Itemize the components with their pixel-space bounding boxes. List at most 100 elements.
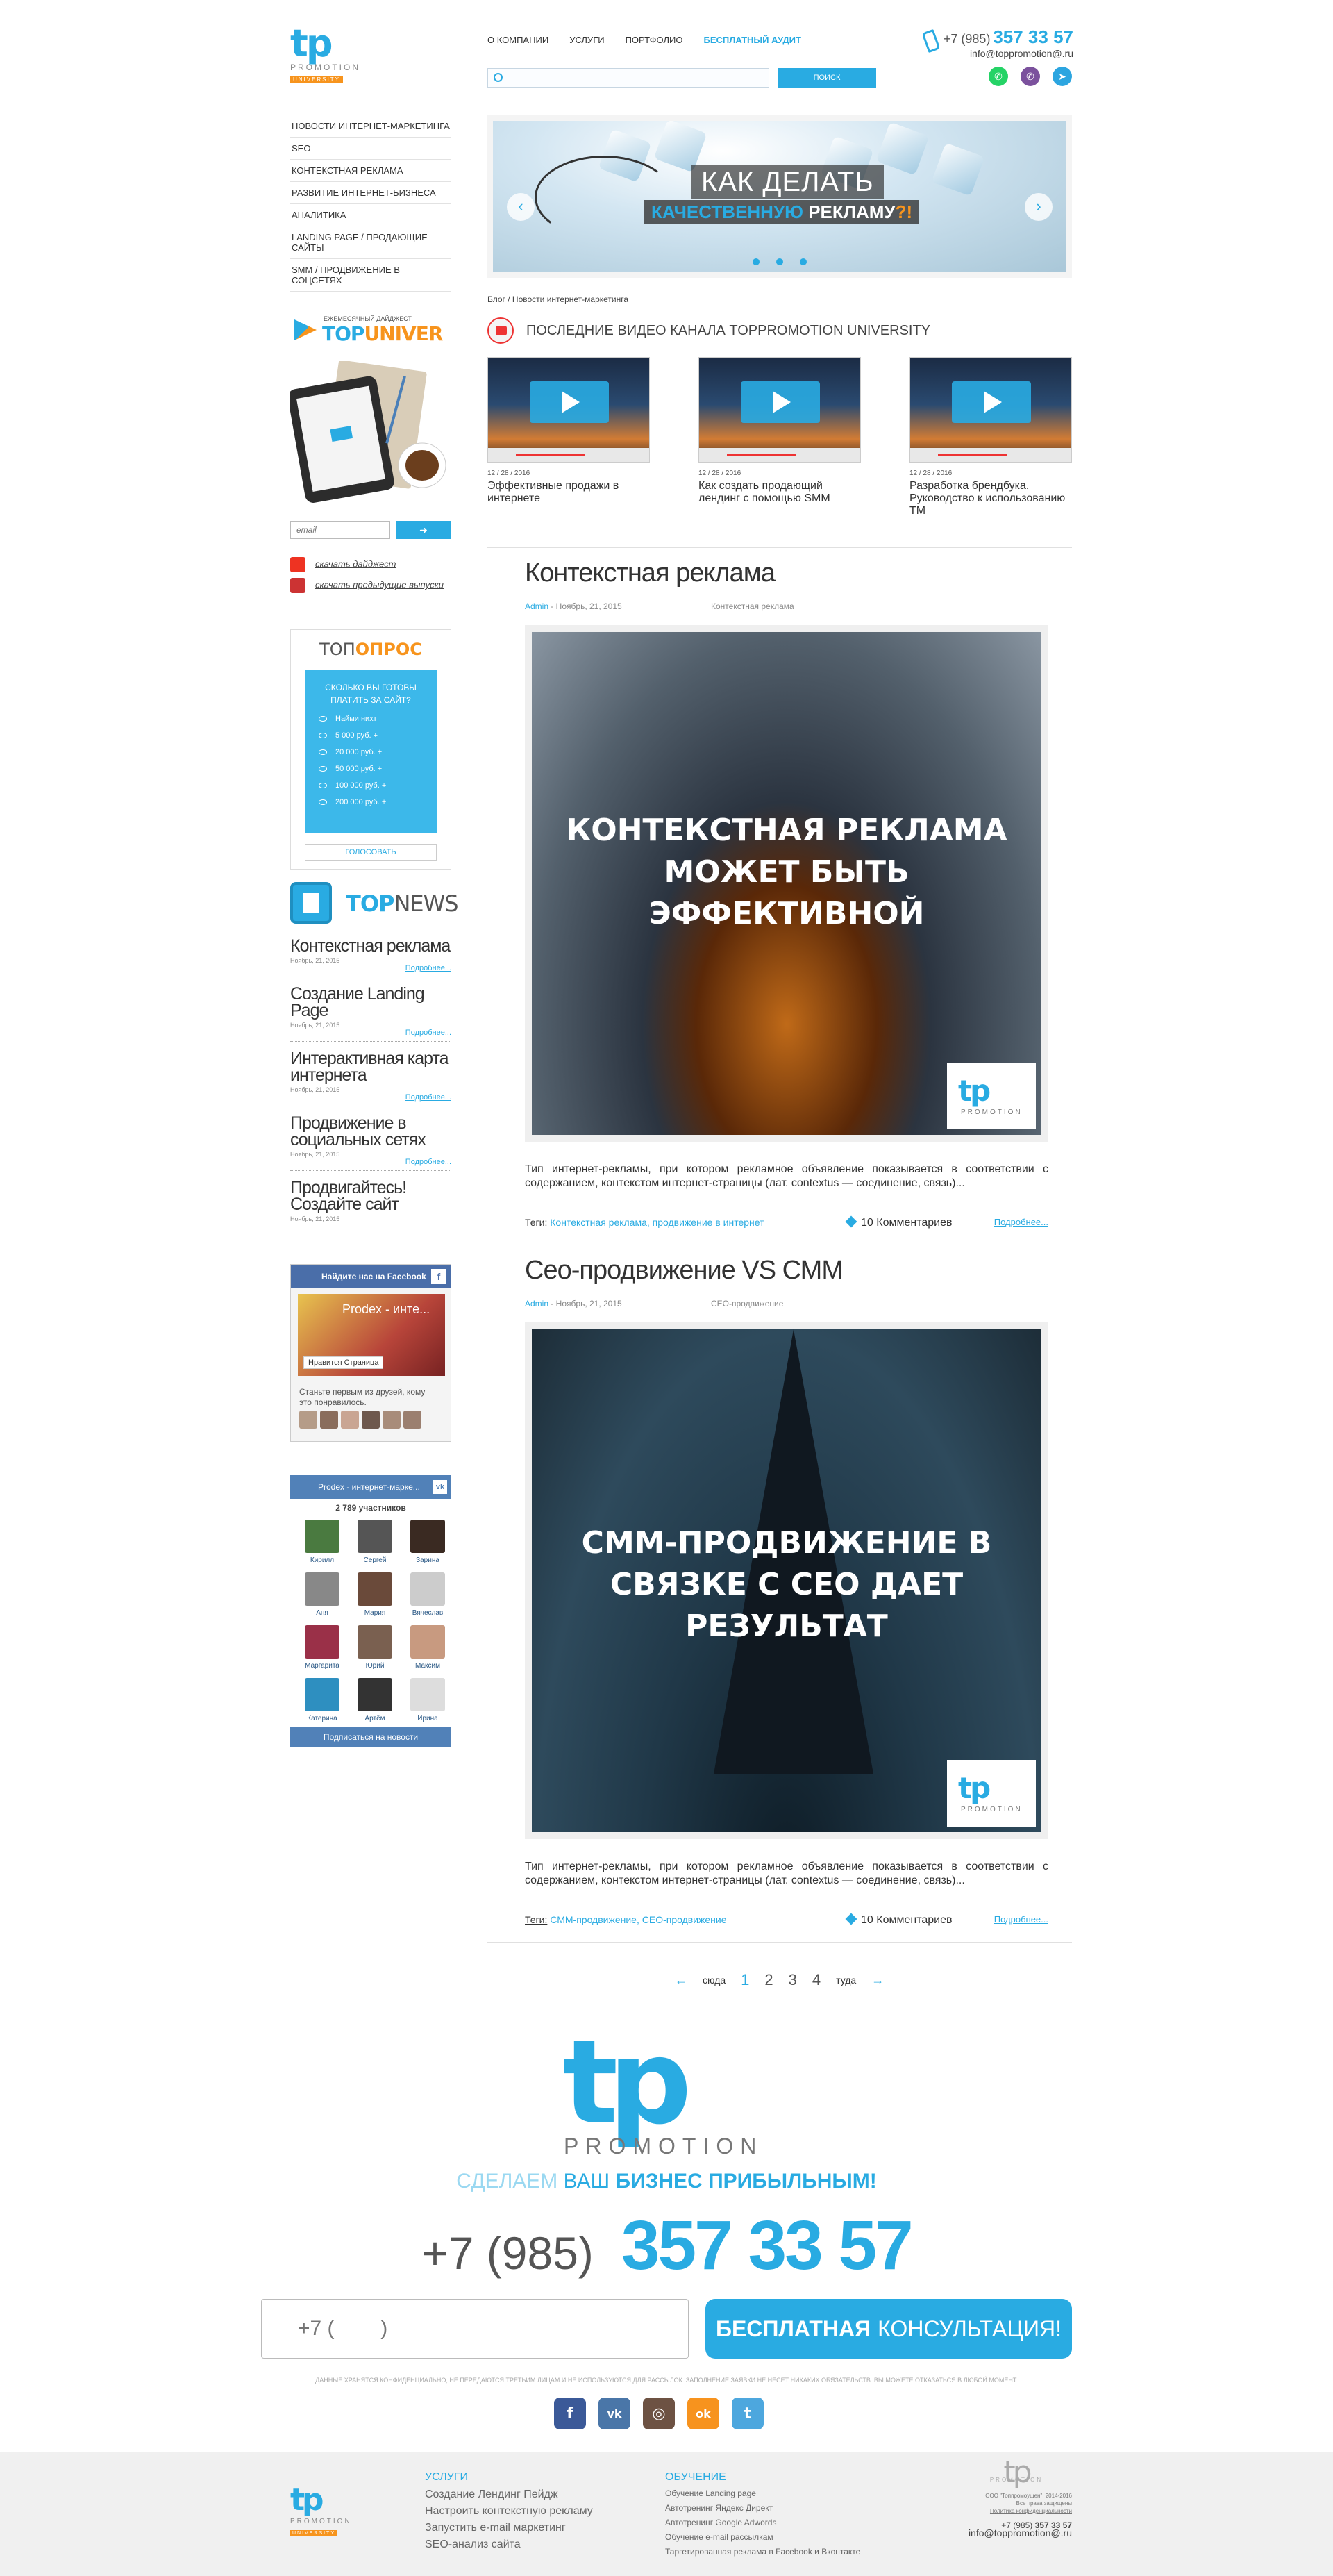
page-4[interactable]: 4 [812,1971,821,1989]
viber-icon[interactable]: ✆ [1021,67,1040,86]
facebook-icon[interactable]: f [554,2398,586,2429]
site-logo[interactable]: tp PROMOTION UNIVERSITY [290,25,374,83]
pager-prev[interactable]: сюда [703,1975,726,1986]
vk-member[interactable]: Кирилл [301,1520,343,1564]
vk-member[interactable]: Аня [301,1572,343,1617]
sidebar-item-business-development[interactable]: Развитие интернет-бизнеса [290,182,451,204]
nav-portfolio[interactable]: Портфолио [626,35,683,45]
poll-option[interactable]: 20 000 руб. + [305,744,437,761]
vk-member[interactable]: Ирина [407,1678,448,1722]
footer-link[interactable]: Обучение e-mail рассылкам [665,2530,860,2545]
twitter-icon[interactable]: t [732,2398,764,2429]
slider-dot[interactable] [776,258,783,265]
privacy-policy-link[interactable]: Политика конфиденциальности [961,2507,1072,2515]
phone-field[interactable] [262,2300,688,2358]
play-icon[interactable] [530,381,609,423]
arrow-left-icon[interactable]: ← [675,1973,687,1988]
facebook-page-name[interactable]: Prodex - инте... [342,1302,430,1317]
telegram-icon[interactable]: ➤ [1053,67,1072,86]
poll-option[interactable]: 50 000 руб. + [305,761,437,777]
sidebar-item-marketing-news[interactable]: Новости интернет-маркетинга [290,115,451,138]
vk-member[interactable]: Мария [354,1572,396,1617]
breadcrumb[interactable]: Блог / Новости интернет-маркетинга [487,294,628,304]
poll-option[interactable]: Найми нихт [305,711,437,727]
vk-member[interactable]: Юрий [354,1625,396,1670]
vote-button[interactable]: Голосовать [305,844,437,861]
slider-prev-button[interactable]: ‹ [507,193,535,221]
news-more-link[interactable]: Подробнее... [290,1158,451,1166]
sidebar-item-analytics[interactable]: Аналитика [290,204,451,226]
post-category[interactable]: СЕО-продвижение [711,1299,783,1308]
post-image[interactable]: СММ-ПРОДВИЖЕНИЕ В СВЯЗКЕ С СЕО ДАЕТ РЕЗУ… [525,1322,1048,1839]
instagram-icon[interactable]: ◎ [643,2398,675,2429]
footer-link[interactable]: Автотренинг Google Adwords [665,2516,860,2530]
header-email[interactable]: info@toppromotion@.ru [944,48,1073,59]
poll-option[interactable]: 5 000 руб. + [305,727,437,744]
footer-link[interactable]: Создание Лендинг Пейдж [425,2486,593,2503]
arrow-right-icon[interactable]: → [871,1973,884,1988]
post-tags[interactable]: Контекстная реклама, продвижение в интер… [547,1217,764,1228]
news-title[interactable]: Создание Landing Page [290,986,451,1020]
play-icon[interactable] [952,381,1031,423]
post-read-more[interactable]: Подробнее... [994,1217,1048,1227]
page-3[interactable]: 3 [789,1971,797,1989]
poll-option[interactable]: 200 000 руб. + [305,794,437,811]
video-title[interactable]: Как создать продающий лендинг с помощью … [698,480,861,505]
nav-free-audit[interactable]: Бесплатный аудит [703,35,801,45]
sidebar-item-seo[interactable]: SEO [290,138,451,160]
news-more-link[interactable]: Подробнее... [290,1093,451,1102]
big-phone[interactable]: +7 (985) 357 33 57 [0,2206,1333,2286]
post-read-more[interactable]: Подробнее... [994,1914,1048,1925]
play-icon[interactable] [741,381,820,423]
video-title[interactable]: Разработка брендбука. Руководство к испо… [909,480,1072,517]
post-title[interactable]: Сео-продвижение VS СММ [525,1256,844,1286]
footer-link[interactable]: Обучение Landing page [665,2486,860,2501]
nav-about[interactable]: О компании [487,35,548,45]
news-title[interactable]: Продвигайтесь! Создайте сайт [290,1179,451,1213]
news-more-link[interactable]: Подробнее... [290,964,451,972]
vk-member[interactable]: Артём [354,1678,396,1722]
post-image[interactable]: КОНТЕКСТНАЯ РЕКЛАМА МОЖЕТ БЫТЬ ЭФФЕКТИВН… [525,625,1048,1142]
vk-member[interactable]: Сергей [354,1520,396,1564]
news-more-link[interactable]: Подробнее... [290,1029,451,1037]
post-title[interactable]: Контекстная реклама [525,558,776,588]
search-input[interactable] [488,69,769,87]
vk-member[interactable]: Катерина [301,1678,343,1722]
video-controls[interactable] [910,448,1071,462]
vk-member[interactable]: Максим [407,1625,448,1670]
vk-subscribe-button[interactable]: Подписаться на новости [290,1727,451,1747]
news-title[interactable]: Интерактивная карта интернета [290,1050,451,1084]
sidebar-item-smm[interactable]: SMM / продвижение в соцсетях [290,259,451,292]
footer-link[interactable]: Автотренинг Яндекс Директ [665,2501,860,2516]
facebook-like-button[interactable]: Нравится Страница [303,1356,384,1369]
footer-link[interactable]: Таргетированная реклама в Facebook и Вко… [665,2545,860,2559]
vk-member[interactable]: Зарина [407,1520,448,1564]
video-thumbnail[interactable] [487,357,650,463]
subscribe-button[interactable]: ➜ [396,521,451,539]
news-title[interactable]: Продвижение в социальных сетях [290,1115,451,1149]
nav-services[interactable]: Услуги [569,35,604,45]
post-comments[interactable]: 10 Комментариев [845,1913,952,1927]
email-field[interactable] [290,521,390,539]
vk-icon[interactable]: vk [598,2398,630,2429]
footer-link[interactable]: Запустить e-mail маркетинг [425,2520,593,2536]
poll-option[interactable]: 100 000 руб. + [305,777,437,794]
post-category[interactable]: Контекстная реклама [711,601,794,611]
video-card[interactable]: 12 / 28 / 2016 Эффективные продажи в инт… [487,357,650,505]
video-thumbnail[interactable] [909,357,1072,463]
facebook-icon[interactable]: f [431,1269,446,1284]
footer-brand-logo[interactable]: tp PROMOTION UNIVERSITY [290,2482,360,2536]
odnoklassniki-icon[interactable]: ok [687,2398,719,2429]
news-title[interactable]: Контекстная реклама [290,938,451,955]
post-author[interactable]: Admin [525,601,548,611]
footer-email[interactable]: info@toppromotion@.ru [961,2528,1072,2538]
search-button[interactable]: Поиск [778,68,876,88]
post-tags[interactable]: СММ-продвижение, СЕО-продвижение [547,1914,726,1925]
video-card[interactable]: 12 / 28 / 2016 Разработка брендбука. Рук… [909,357,1072,517]
free-consultation-button[interactable]: Бесплатная консультация! [705,2299,1072,2359]
video-title[interactable]: Эффективные продажи в интернете [487,480,650,505]
pager-next[interactable]: туда [836,1975,856,1986]
post-author[interactable]: Admin [525,1299,548,1308]
post-comments[interactable]: 10 Комментариев [845,1215,952,1229]
video-card[interactable]: 12 / 28 / 2016 Как создать продающий лен… [698,357,861,505]
